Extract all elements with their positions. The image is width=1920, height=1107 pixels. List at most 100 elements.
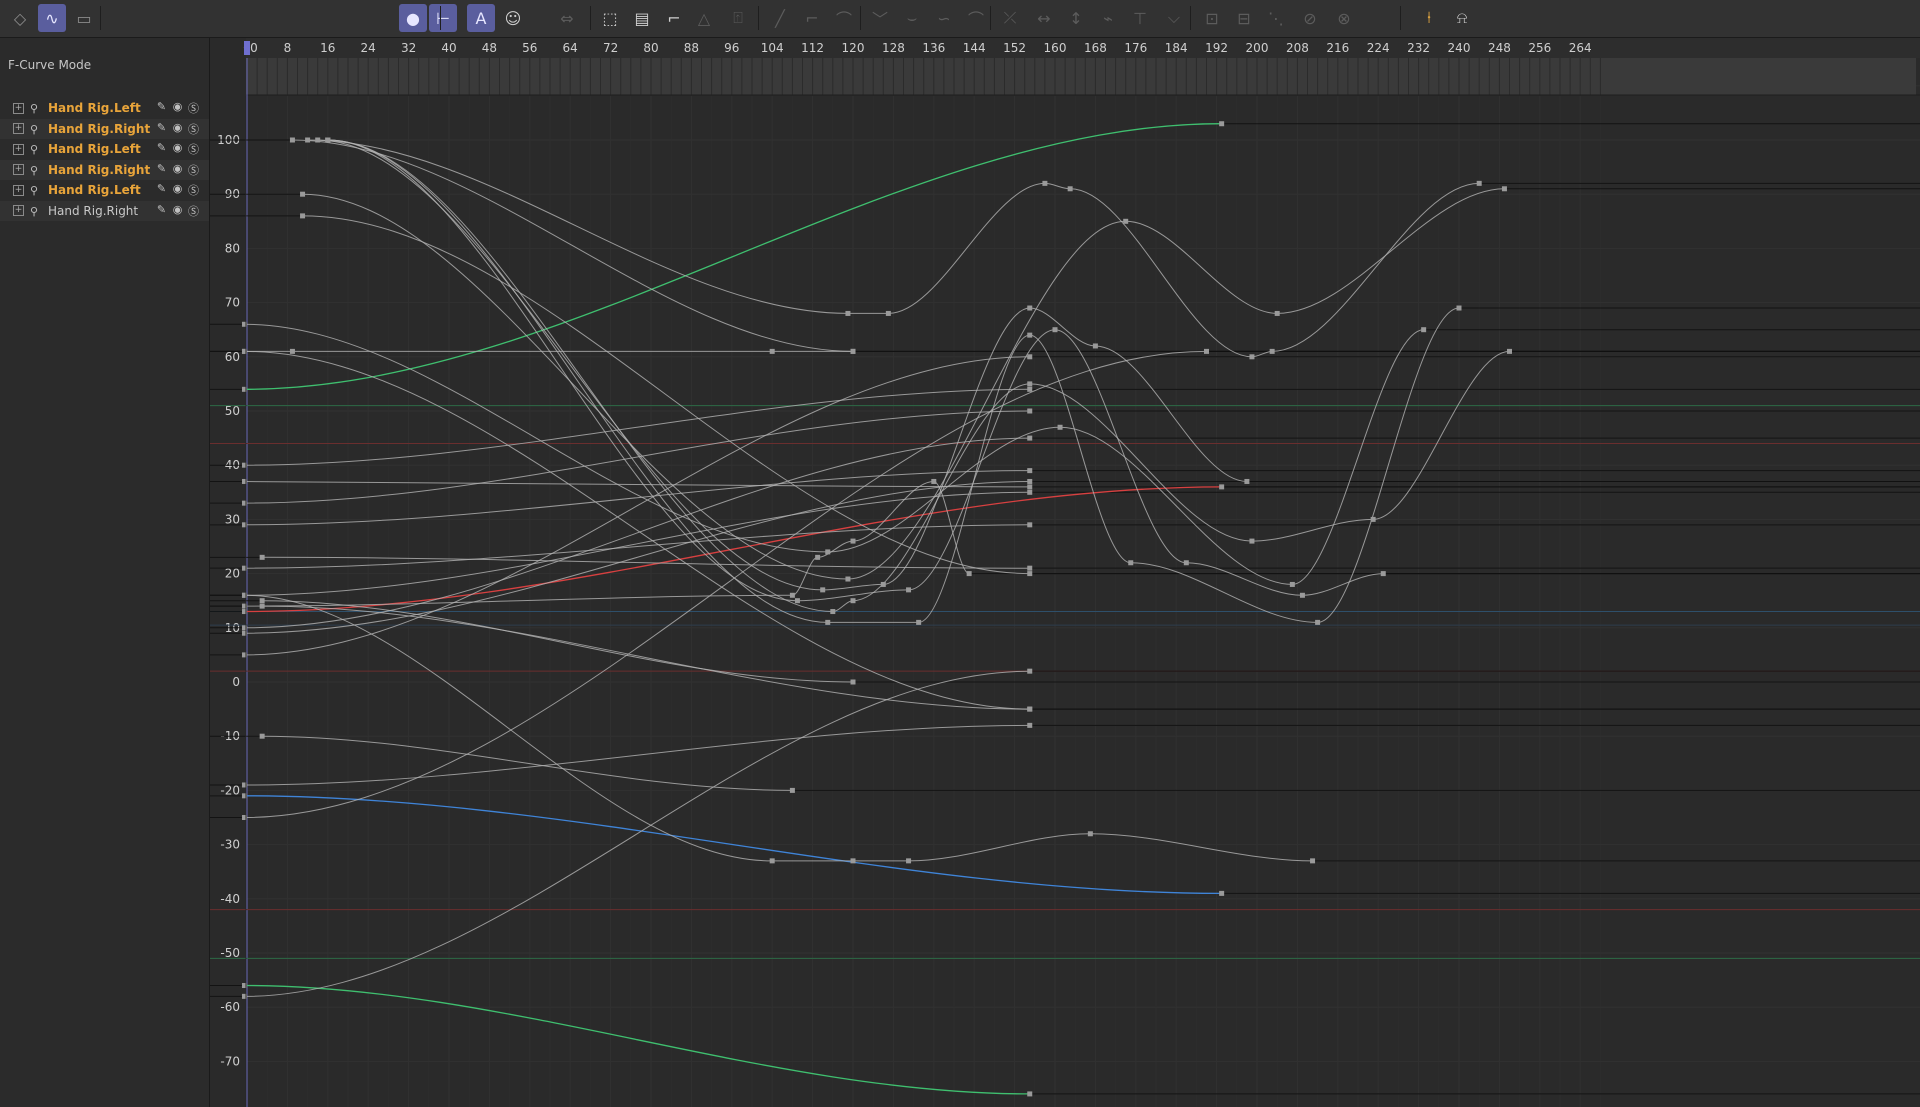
keyframe[interactable] xyxy=(1244,478,1250,484)
keyframe[interactable] xyxy=(1057,424,1063,430)
expand-icon[interactable]: + xyxy=(13,164,24,176)
remove-overshoot-icon[interactable]: ⋱ xyxy=(1262,4,1290,32)
dopesheet-icon[interactable]: ◇ xyxy=(6,4,34,32)
expand-icon[interactable]: + xyxy=(13,123,24,135)
ease-icon[interactable]: ⌒ xyxy=(830,4,858,32)
keyframe[interactable] xyxy=(1204,348,1209,354)
motion-clip-icon[interactable]: ▭ xyxy=(70,4,98,32)
keyframe[interactable] xyxy=(305,137,311,143)
keyframe[interactable] xyxy=(830,609,836,615)
weight-icon[interactable]: ⍐ xyxy=(724,4,752,32)
hierarchy-icon[interactable]: ⊢ xyxy=(429,4,457,32)
linear-icon[interactable]: ╱ xyxy=(766,4,794,32)
keyframe[interactable] xyxy=(1123,218,1129,224)
expand-icon[interactable]: + xyxy=(13,143,24,155)
edit-icon[interactable]: ✎ xyxy=(155,141,168,157)
keyframe[interactable] xyxy=(1087,831,1093,837)
keyframe[interactable] xyxy=(315,137,321,143)
keyframe[interactable] xyxy=(906,858,912,864)
keyframe[interactable] xyxy=(850,679,856,685)
track-row[interactable]: + ⚲ Hand Rig.Right ✎ ◉ Ⓢ xyxy=(0,159,209,180)
keyframe[interactable] xyxy=(1027,386,1033,392)
keyframe[interactable] xyxy=(1219,484,1225,490)
keyframe[interactable] xyxy=(1027,484,1033,490)
keyframe[interactable] xyxy=(789,787,795,793)
keyframe[interactable] xyxy=(1027,565,1033,571)
ease-out-icon[interactable]: ∽ xyxy=(930,4,958,32)
keyframe[interactable] xyxy=(1310,858,1316,864)
track-row[interactable]: + ⚲ Hand Rig.Left ✎ ◉ Ⓢ xyxy=(0,139,209,160)
keyframe[interactable] xyxy=(825,619,831,625)
lock-y-icon[interactable]: ↕ xyxy=(1062,4,1090,32)
solo-icon[interactable]: Ⓢ xyxy=(187,203,200,219)
keyframe[interactable] xyxy=(1507,348,1512,354)
keyframe[interactable] xyxy=(1128,560,1134,566)
lock-time-icon[interactable]: ⊡ xyxy=(1198,4,1226,32)
keyframe[interactable] xyxy=(850,858,856,864)
edit-icon[interactable]: ✎ xyxy=(155,162,168,178)
solo-icon[interactable]: Ⓢ xyxy=(187,182,200,198)
keyframe[interactable] xyxy=(906,587,912,593)
track-row[interactable]: + ⚲ Hand Rig.Right ✎ ◉ Ⓢ xyxy=(0,200,209,221)
keyframe[interactable] xyxy=(815,554,821,560)
keyframe[interactable] xyxy=(1042,180,1048,186)
keyframe[interactable] xyxy=(1027,381,1033,387)
visibility-eye-icon[interactable]: ◉ xyxy=(171,182,184,198)
add-marker-icon[interactable]: ⍾ xyxy=(1448,4,1476,32)
edit-icon[interactable]: ✎ xyxy=(155,100,168,116)
keyframe[interactable] xyxy=(1370,516,1376,522)
keyframe[interactable] xyxy=(789,592,795,598)
sphere-icon[interactable]: ● xyxy=(399,4,427,32)
keyframe[interactable] xyxy=(1027,478,1033,484)
keyframe[interactable] xyxy=(300,213,306,219)
edit-icon[interactable]: ✎ xyxy=(155,182,168,198)
expand-icon[interactable]: + xyxy=(13,102,24,114)
fcurve-canvas[interactable]: 0 8 16 24 32 40 48 56 64 72 80 88 96 104 112 120 128 136 1… xyxy=(210,38,1920,1107)
keyframe[interactable] xyxy=(794,598,800,604)
keyframe[interactable] xyxy=(850,538,856,544)
keyframe[interactable] xyxy=(259,554,265,560)
visibility-eye-icon[interactable]: ◉ xyxy=(171,141,184,157)
solo-icon[interactable]: Ⓢ xyxy=(187,141,200,157)
visibility-eye-icon[interactable]: ◉ xyxy=(171,162,184,178)
keyframe[interactable] xyxy=(1219,890,1225,896)
keyframe[interactable] xyxy=(769,348,775,354)
track-row[interactable]: + ⚲ Hand Rig.Left ✎ ◉ Ⓢ xyxy=(0,98,209,119)
step-icon[interactable]: ⌐ xyxy=(798,4,826,32)
keyframe[interactable] xyxy=(769,858,775,864)
keyframe[interactable] xyxy=(259,603,265,609)
track-row[interactable]: + ⚲ Hand Rig.Right ✎ ◉ Ⓢ xyxy=(0,118,209,139)
keyframe[interactable] xyxy=(1027,668,1033,674)
overshoot-icon[interactable]: ⌵ xyxy=(1160,4,1188,32)
keyframe[interactable] xyxy=(1249,354,1255,360)
keyframe[interactable] xyxy=(966,571,972,577)
lock-x-icon[interactable]: ↔ xyxy=(1030,4,1058,32)
keyframe[interactable] xyxy=(1027,1091,1033,1097)
solo-icon[interactable]: Ⓢ xyxy=(187,121,200,137)
keyframe[interactable] xyxy=(850,348,856,354)
zero-weight-icon[interactable]: ⊗ xyxy=(1330,4,1358,32)
lock-value-icon[interactable]: ⊟ xyxy=(1230,4,1258,32)
keyframe[interactable] xyxy=(289,348,295,354)
keyframe[interactable] xyxy=(880,581,886,587)
keyframe[interactable] xyxy=(1456,305,1462,311)
frame-selected-icon[interactable]: ⬚ xyxy=(596,4,624,32)
keyframe[interactable] xyxy=(1027,305,1033,311)
visibility-eye-icon[interactable]: ◉ xyxy=(171,121,184,137)
move-horizontal-icon[interactable]: ⇔ xyxy=(553,4,581,32)
visibility-eye-icon[interactable]: ◉ xyxy=(171,203,184,219)
keyframe[interactable] xyxy=(1274,310,1280,316)
keyframe[interactable] xyxy=(1421,327,1427,333)
keyframe[interactable] xyxy=(845,310,851,316)
keyframe[interactable] xyxy=(916,619,922,625)
frame-all-icon[interactable]: ▤ xyxy=(628,4,656,32)
auto-tangent-icon[interactable]: ⊤ xyxy=(1126,4,1154,32)
keyframe[interactable] xyxy=(1501,186,1507,192)
keyframe[interactable] xyxy=(820,587,826,593)
triangle-icon[interactable]: △ xyxy=(690,4,718,32)
zero-angle-icon[interactable]: ﹀ xyxy=(866,4,894,32)
keyframe[interactable] xyxy=(1269,348,1275,354)
break-tangent-icon[interactable]: ⤫ xyxy=(996,4,1024,32)
keyframe[interactable] xyxy=(1183,560,1189,566)
keyframe[interactable] xyxy=(1027,706,1033,712)
